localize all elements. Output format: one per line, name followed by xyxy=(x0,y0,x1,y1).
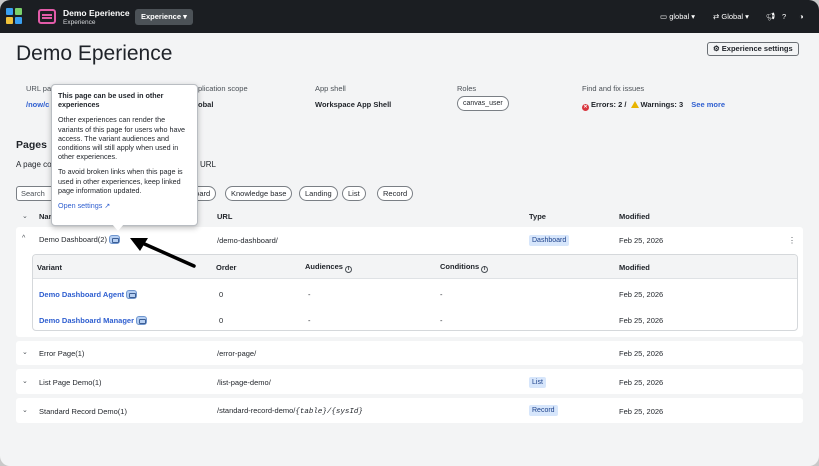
pages-description-tail: URL xyxy=(200,160,217,169)
tooltip-text: Other experiences can render the variant… xyxy=(58,115,186,162)
page-url: /error-page/ xyxy=(217,349,257,358)
app-window-icon xyxy=(38,9,56,24)
variant-audiences: - xyxy=(308,290,311,299)
variant-order: 0 xyxy=(219,290,224,299)
url-value-link[interactable]: /now/c xyxy=(26,100,49,109)
table-row xyxy=(16,398,803,423)
chevron-down-icon[interactable]: ⌄ xyxy=(22,348,28,356)
table-row xyxy=(16,341,803,365)
shared-page-tooltip: This page can be used in other experienc… xyxy=(51,84,198,226)
pages-heading: Pages xyxy=(16,139,47,151)
role-pill: canvas_user xyxy=(457,96,509,111)
page-modified: Feb 25, 2026 xyxy=(619,236,664,245)
chevron-down-icon[interactable]: ⌄ xyxy=(22,377,28,385)
type-badge: Record xyxy=(529,405,558,416)
page-modified: Feb 25, 2026 xyxy=(619,349,664,358)
collapse-all-icon[interactable]: ⌄ xyxy=(22,212,28,220)
page-url: /demo-dashboard/ xyxy=(217,236,278,245)
variant-order: 0 xyxy=(219,316,224,325)
filter-landing[interactable]: Landing xyxy=(299,186,338,201)
url-label: URL pa xyxy=(26,84,52,93)
top-bar: Demo Eperience Experience Experience ▾ ▭… xyxy=(0,0,819,33)
page-name[interactable]: Error Page(1) xyxy=(39,349,84,358)
col-audiences: Audiences i xyxy=(305,262,352,273)
page-modified: Feb 25, 2026 xyxy=(619,407,664,416)
app-scope-label: plication scope xyxy=(198,84,248,93)
app-shell-label: App shell xyxy=(315,84,346,93)
page-url: /list-page-demo/ xyxy=(217,378,271,387)
experience-menu-button[interactable]: Experience ▾ xyxy=(135,9,193,25)
error-icon: ✕ xyxy=(582,104,589,111)
type-badge: List xyxy=(529,377,546,388)
table-row xyxy=(16,369,803,394)
roles-label: Roles xyxy=(457,84,477,93)
chevron-down-icon[interactable]: ⌄ xyxy=(22,406,28,414)
warning-icon xyxy=(630,101,639,108)
page-name[interactable]: Standard Record Demo(1) xyxy=(39,407,127,416)
app-frame: Demo Eperience Experience Experience ▾ ▭… xyxy=(0,0,819,466)
col-conditions: Conditions i xyxy=(440,262,489,273)
open-settings-link[interactable]: Open settings ↗ xyxy=(58,201,191,210)
page-name[interactable]: List Page Demo(1) xyxy=(39,378,102,387)
tooltip-text: To avoid broken links when this page is … xyxy=(58,167,183,195)
filter-knowledge-base[interactable]: Knowledge base xyxy=(225,186,293,201)
col-variant-modified: Modified xyxy=(619,263,650,272)
col-modified[interactable]: Modified xyxy=(619,212,650,221)
page-url: /standard-record-demo/{table}/{sysId} xyxy=(217,406,363,416)
variant-modified: Feb 25, 2026 xyxy=(619,316,664,325)
chevron-up-icon[interactable]: ^ xyxy=(22,235,25,242)
variant-link[interactable]: Demo Dashboard Manager xyxy=(39,316,148,325)
shared-variant-icon xyxy=(126,290,138,299)
tooltip-arrow xyxy=(112,224,124,231)
scope-selector[interactable]: ▭ global ▾ xyxy=(660,12,695,21)
app-subtitle: Experience xyxy=(63,19,96,26)
col-type[interactable]: Type xyxy=(529,212,546,221)
shared-variant-icon xyxy=(136,316,148,325)
variant-conditions: - xyxy=(440,316,443,325)
type-badge: Dashboard xyxy=(529,235,570,246)
app-shell-value: Workspace App Shell xyxy=(315,100,392,109)
info-icon[interactable]: i xyxy=(481,266,489,273)
col-order: Order xyxy=(216,263,237,272)
col-url[interactable]: URL xyxy=(217,212,232,221)
issues-summary: ✕ Errors: 2 / Warnings: 3 See more xyxy=(582,100,726,111)
variant-audiences: - xyxy=(308,316,311,325)
monitor-icon: ▭ xyxy=(660,12,668,21)
help-icon[interactable]: ? xyxy=(782,12,786,21)
shared-page-icon[interactable] xyxy=(108,235,120,244)
pages-description: A page co xyxy=(16,160,52,169)
col-name[interactable]: Nar xyxy=(39,212,52,221)
annotation-arrow-icon xyxy=(130,238,196,268)
variant-conditions: - xyxy=(440,290,443,299)
col-variant: Variant xyxy=(37,263,63,272)
megaphone-icon[interactable]: 📢︎ xyxy=(766,12,776,21)
page-name[interactable]: Demo Dashboard(2) xyxy=(39,235,120,244)
filter-list[interactable]: List xyxy=(342,186,366,201)
filter-record[interactable]: Record xyxy=(377,186,414,201)
page-modified: Feb 25, 2026 xyxy=(619,378,664,387)
translate-icon: ⇄ xyxy=(713,12,720,21)
contrast-icon[interactable]: ◑ xyxy=(799,12,804,21)
issues-label: Find and fix issues xyxy=(582,84,645,93)
tooltip-title: This page can be used in other experienc… xyxy=(58,91,164,110)
app-title: Demo Eperience xyxy=(63,8,130,18)
grid-logo-icon[interactable] xyxy=(6,8,22,24)
variant-modified: Feb 25, 2026 xyxy=(619,290,664,299)
language-selector[interactable]: ⇄ Global ▾ xyxy=(713,12,749,21)
see-more-link[interactable]: See more xyxy=(691,100,725,109)
app-scope-value: obal xyxy=(198,100,214,109)
info-icon[interactable]: i xyxy=(344,266,352,273)
variant-link[interactable]: Demo Dashboard Agent xyxy=(39,290,138,299)
experience-settings-button[interactable]: ⚙ Experience settings xyxy=(707,42,799,56)
page-title: Demo Eperience xyxy=(16,42,173,65)
more-actions-icon[interactable]: ⋮ xyxy=(788,236,796,245)
